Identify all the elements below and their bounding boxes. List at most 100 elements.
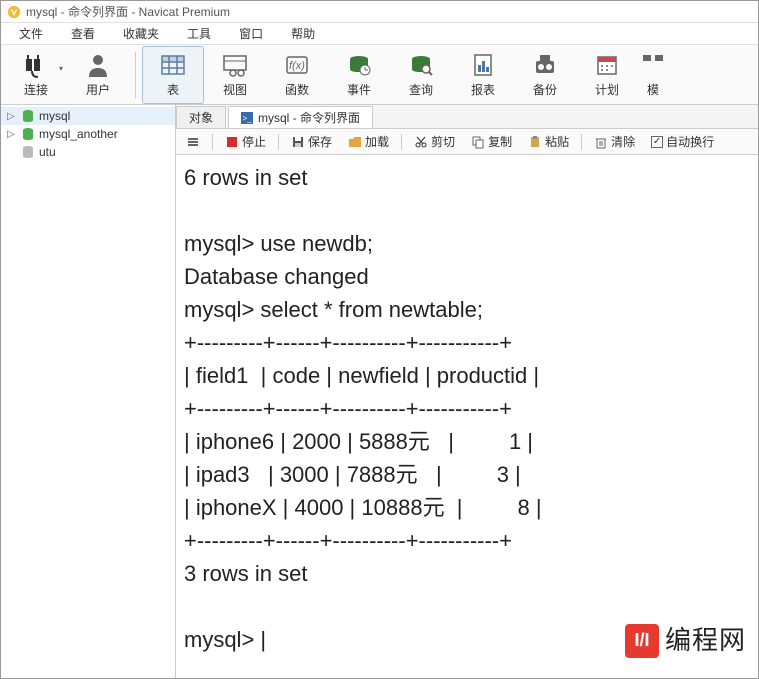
menu-view[interactable]: 查看: [57, 23, 109, 44]
tb-user[interactable]: 用户: [67, 46, 129, 104]
tb-report[interactable]: 报表: [452, 46, 514, 104]
ab-stop-label: 停止: [242, 133, 266, 150]
tb-plan[interactable]: 计划: [576, 46, 638, 104]
tree-item-label: mysql_another: [39, 127, 118, 141]
ab-stop[interactable]: 停止: [219, 131, 272, 152]
menu-tools[interactable]: 工具: [173, 23, 225, 44]
hamburger-icon: [186, 135, 200, 149]
ab-load-label: 加载: [365, 133, 389, 150]
ab-paste[interactable]: 粘贴: [522, 131, 575, 152]
tb-table[interactable]: 表: [142, 46, 204, 104]
event-icon: [345, 51, 373, 79]
tab-label: 对象: [189, 109, 213, 126]
paste-icon: [528, 135, 542, 149]
watermark: I/I编程网: [625, 621, 746, 660]
model-icon: [639, 51, 667, 79]
tree-item-utu[interactable]: ▷ utu: [1, 143, 175, 161]
scissors-icon: [414, 135, 428, 149]
calendar-icon: [593, 51, 621, 79]
main-panel: 对象 >_ mysql - 命令列界面 停止 保存 加载: [176, 105, 758, 678]
action-bar: 停止 保存 加载 剪切 复制 粘贴: [176, 129, 758, 155]
tb-report-label: 报表: [471, 81, 495, 98]
menu-window[interactable]: 窗口: [225, 23, 277, 44]
ab-copy[interactable]: 复制: [465, 131, 518, 152]
database-icon: [21, 145, 35, 159]
ab-save-label: 保存: [308, 133, 332, 150]
ab-save[interactable]: 保存: [285, 131, 338, 152]
tb-query-label: 查询: [409, 81, 433, 98]
separator: [278, 134, 279, 150]
menu-help[interactable]: 帮助: [277, 23, 329, 44]
sidebar: ▷ mysql ▷ mysql_another ▷ utu: [1, 105, 176, 678]
tb-model[interactable]: 模: [638, 46, 668, 104]
ab-copy-label: 复制: [488, 133, 512, 150]
tab-objects[interactable]: 对象: [176, 106, 226, 128]
ab-menu-button[interactable]: [180, 133, 206, 151]
ab-wrap[interactable]: ✓ 自动换行: [645, 131, 720, 152]
tab-label: mysql - 命令列界面: [258, 109, 360, 126]
window-title: mysql - 命令列界面 - Navicat Premium: [26, 3, 230, 20]
tree-item-mysql-another[interactable]: ▷ mysql_another: [1, 125, 175, 143]
tb-plan-label: 计划: [595, 81, 619, 98]
titlebar: mysql - 命令列界面 - Navicat Premium: [1, 1, 758, 23]
user-icon: [84, 51, 112, 79]
ab-load[interactable]: 加载: [342, 131, 395, 152]
tb-view[interactable]: 视图: [204, 46, 266, 104]
watermark-text: 编程网: [665, 621, 746, 660]
tb-event-label: 事件: [347, 81, 371, 98]
ab-clear[interactable]: 清除: [588, 131, 641, 152]
toolbar-separator: [135, 52, 136, 98]
chevron-down-icon: ▾: [59, 64, 63, 73]
tb-backup[interactable]: 备份: [514, 46, 576, 104]
tb-user-label: 用户: [86, 81, 110, 98]
app-icon: [7, 5, 21, 19]
tb-connection[interactable]: 连接 ▾: [5, 46, 67, 104]
ab-clear-label: 清除: [611, 133, 635, 150]
console-output[interactable]: 6 rows in set mysql> use newdb; Database…: [176, 155, 758, 678]
copy-icon: [471, 135, 485, 149]
database-icon: [21, 109, 35, 123]
tb-table-label: 表: [167, 81, 179, 98]
expander-icon[interactable]: ▷: [7, 129, 17, 140]
stop-icon: [225, 135, 239, 149]
database-icon: [21, 127, 35, 141]
tab-bar: 对象 >_ mysql - 命令列界面: [176, 105, 758, 129]
ab-paste-label: 粘贴: [545, 133, 569, 150]
folder-icon: [348, 135, 362, 149]
tb-view-label: 视图: [223, 81, 247, 98]
backup-icon: [531, 51, 559, 79]
menu-favorites[interactable]: 收藏夹: [109, 23, 173, 44]
function-icon: f(x): [283, 51, 311, 79]
report-icon: [469, 51, 497, 79]
table-icon: [159, 51, 187, 79]
console-text: 6 rows in set mysql> use newdb; Database…: [184, 165, 542, 652]
tb-query[interactable]: 查询: [390, 46, 452, 104]
save-icon: [291, 135, 305, 149]
svg-text:f(x): f(x): [289, 60, 305, 72]
separator: [581, 134, 582, 150]
tab-console[interactable]: >_ mysql - 命令列界面: [228, 106, 373, 128]
tb-function[interactable]: f(x) 函数: [266, 46, 328, 104]
tree-item-label: mysql: [39, 109, 70, 123]
workspace: ▷ mysql ▷ mysql_another ▷ utu 对象 >_ mysq…: [1, 105, 758, 678]
checkbox-icon: ✓: [651, 136, 663, 148]
console-icon: >_: [241, 112, 253, 124]
ab-cut[interactable]: 剪切: [408, 131, 461, 152]
tree-item-mysql[interactable]: ▷ mysql: [1, 107, 175, 125]
watermark-logo: I/I: [625, 624, 659, 658]
tb-event[interactable]: 事件: [328, 46, 390, 104]
tree-item-label: utu: [39, 145, 56, 159]
view-icon: [221, 51, 249, 79]
query-icon: [407, 51, 435, 79]
tb-function-label: 函数: [285, 81, 309, 98]
plug-icon: [22, 51, 50, 79]
expander-icon[interactable]: ▷: [7, 111, 17, 122]
tb-backup-label: 备份: [533, 81, 557, 98]
svg-text:>_: >_: [242, 114, 252, 123]
separator: [212, 134, 213, 150]
trash-icon: [594, 135, 608, 149]
tb-connection-label: 连接: [24, 81, 48, 98]
ab-wrap-label: 自动换行: [666, 133, 714, 150]
menu-file[interactable]: 文件: [5, 23, 57, 44]
separator: [401, 134, 402, 150]
